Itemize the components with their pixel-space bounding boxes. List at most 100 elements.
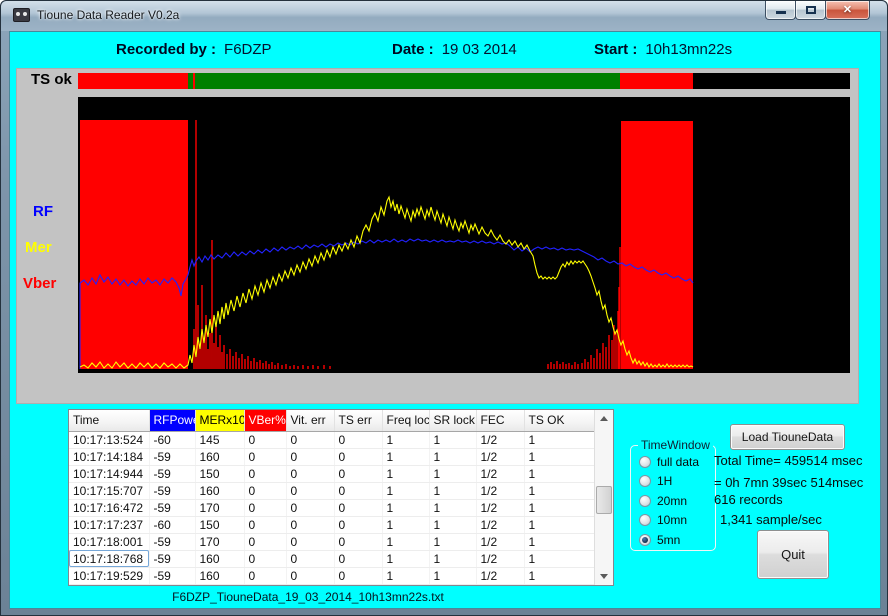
radio-option-5mn[interactable]: 5mn (639, 533, 699, 547)
table-cell[interactable]: -59 (149, 567, 195, 584)
table-cell[interactable]: 1 (429, 516, 476, 533)
table-cell[interactable]: 10:17:14:944 (69, 465, 149, 482)
table-cell[interactable]: 0 (244, 482, 286, 499)
table-cell[interactable]: -59 (149, 550, 195, 567)
table-cell[interactable]: 0 (334, 448, 382, 465)
table-cell[interactable]: -59 (149, 533, 195, 550)
table-cell[interactable]: 10:17:18:001 (69, 533, 149, 550)
table-cell[interactable]: 10:17:18:768 (69, 550, 149, 567)
table-cell[interactable]: 1/2 (476, 499, 524, 516)
table-row[interactable]: 10:17:14:184-59160000111/21 (69, 448, 594, 465)
table-cell[interactable]: 1 (382, 499, 429, 516)
table-cell[interactable]: 10:17:19:529 (69, 567, 149, 584)
table-cell[interactable]: 0 (286, 533, 334, 550)
table-cell[interactable]: 0 (286, 499, 334, 516)
table-cell[interactable]: 0 (286, 516, 334, 533)
column-header[interactable]: MERx10 (195, 410, 244, 431)
table-cell[interactable]: 1 (429, 533, 476, 550)
table-cell[interactable]: 1 (429, 465, 476, 482)
column-header[interactable]: SR lock (429, 410, 476, 431)
table-cell[interactable]: 160 (195, 448, 244, 465)
maximize-button[interactable] (795, 1, 826, 20)
table-cell[interactable]: 1 (429, 482, 476, 499)
load-tiounedata-button[interactable]: Load TiouneData (730, 424, 845, 450)
table-cell[interactable]: 0 (334, 482, 382, 499)
table-cell[interactable]: 170 (195, 533, 244, 550)
radio-option-10mn[interactable]: 10mn (639, 513, 699, 527)
table-cell[interactable]: -60 (149, 431, 195, 448)
table-row[interactable]: 10:17:19:529-59160000111/21 (69, 567, 594, 584)
table-cell[interactable]: 1 (382, 448, 429, 465)
table-row[interactable]: 10:17:15:707-59160000111/21 (69, 482, 594, 499)
table-cell[interactable]: 0 (334, 465, 382, 482)
table-cell[interactable]: 0 (244, 431, 286, 448)
table-cell[interactable]: 1 (524, 550, 594, 567)
table-cell[interactable]: 0 (244, 516, 286, 533)
radio-option-1H[interactable]: 1H (639, 474, 699, 488)
table-cell[interactable]: 10:17:14:184 (69, 448, 149, 465)
table-cell[interactable]: -60 (149, 516, 195, 533)
column-header[interactable]: Vit. err (286, 410, 334, 431)
column-header[interactable]: Time (69, 410, 149, 431)
table-cell[interactable]: 0 (244, 499, 286, 516)
table-cell[interactable]: 1 (382, 567, 429, 584)
table-cell[interactable]: 1 (382, 533, 429, 550)
radio-icon[interactable] (639, 534, 651, 546)
table-cell[interactable]: 1/2 (476, 482, 524, 499)
table-cell[interactable]: 1 (524, 465, 594, 482)
table-cell[interactable]: 145 (195, 431, 244, 448)
table-cell[interactable]: 1 (524, 567, 594, 584)
radio-option-20mn[interactable]: 20mn (639, 494, 699, 508)
table-cell[interactable]: 1 (382, 465, 429, 482)
table-cell[interactable]: 0 (286, 431, 334, 448)
table-scrollbar[interactable] (594, 410, 613, 585)
table-cell[interactable]: 1 (524, 431, 594, 448)
table-row[interactable]: 10:17:18:768-59160000111/21 (69, 550, 594, 567)
column-header[interactable]: FEC (476, 410, 524, 431)
table-cell[interactable]: 1/2 (476, 431, 524, 448)
table-cell[interactable]: 1 (429, 431, 476, 448)
table-cell[interactable]: -59 (149, 448, 195, 465)
table-cell[interactable]: 0 (286, 550, 334, 567)
table-cell[interactable]: 0 (244, 533, 286, 550)
quit-button[interactable]: Quit (757, 530, 829, 579)
table-cell[interactable]: 10:17:17:237 (69, 516, 149, 533)
table-cell[interactable]: 0 (334, 533, 382, 550)
table-cell[interactable]: 150 (195, 516, 244, 533)
table-cell[interactable]: 1 (524, 499, 594, 516)
scroll-up-button[interactable] (595, 410, 613, 427)
table-cell[interactable]: 1 (524, 516, 594, 533)
table-cell[interactable]: 10:17:15:707 (69, 482, 149, 499)
table-cell[interactable]: 160 (195, 550, 244, 567)
table-cell[interactable]: 1/2 (476, 550, 524, 567)
close-button[interactable]: ✕ (825, 1, 870, 20)
table-cell[interactable]: 0 (286, 465, 334, 482)
table-cell[interactable]: 1 (382, 482, 429, 499)
table-cell[interactable]: 0 (286, 482, 334, 499)
radio-option-full-data[interactable]: full data (639, 455, 699, 469)
table-cell[interactable]: 0 (334, 516, 382, 533)
table-cell[interactable]: 1/2 (476, 465, 524, 482)
scrollbar-thumb[interactable] (596, 486, 612, 514)
table-cell[interactable]: 10:17:16:472 (69, 499, 149, 516)
radio-icon[interactable] (639, 456, 651, 468)
table-cell[interactable]: 0 (334, 567, 382, 584)
table-cell[interactable]: 1 (429, 567, 476, 584)
table-cell[interactable]: 0 (244, 550, 286, 567)
table-cell[interactable]: 170 (195, 499, 244, 516)
radio-icon[interactable] (639, 475, 651, 487)
table-row[interactable]: 10:17:17:237-60150000111/21 (69, 516, 594, 533)
radio-icon[interactable] (639, 495, 651, 507)
table-cell[interactable]: 160 (195, 567, 244, 584)
table-cell[interactable]: -59 (149, 482, 195, 499)
table-cell[interactable]: 0 (244, 567, 286, 584)
table-cell[interactable]: 1/2 (476, 533, 524, 550)
table-cell[interactable]: 10:17:13:524 (69, 431, 149, 448)
table-cell[interactable]: 1 (382, 431, 429, 448)
table-row[interactable]: 10:17:14:944-59150000111/21 (69, 465, 594, 482)
table-cell[interactable]: 1/2 (476, 448, 524, 465)
table-cell[interactable]: 0 (286, 448, 334, 465)
table-cell[interactable]: 1 (429, 499, 476, 516)
column-header[interactable]: Freq lock (382, 410, 429, 431)
table-cell[interactable]: 1 (429, 448, 476, 465)
